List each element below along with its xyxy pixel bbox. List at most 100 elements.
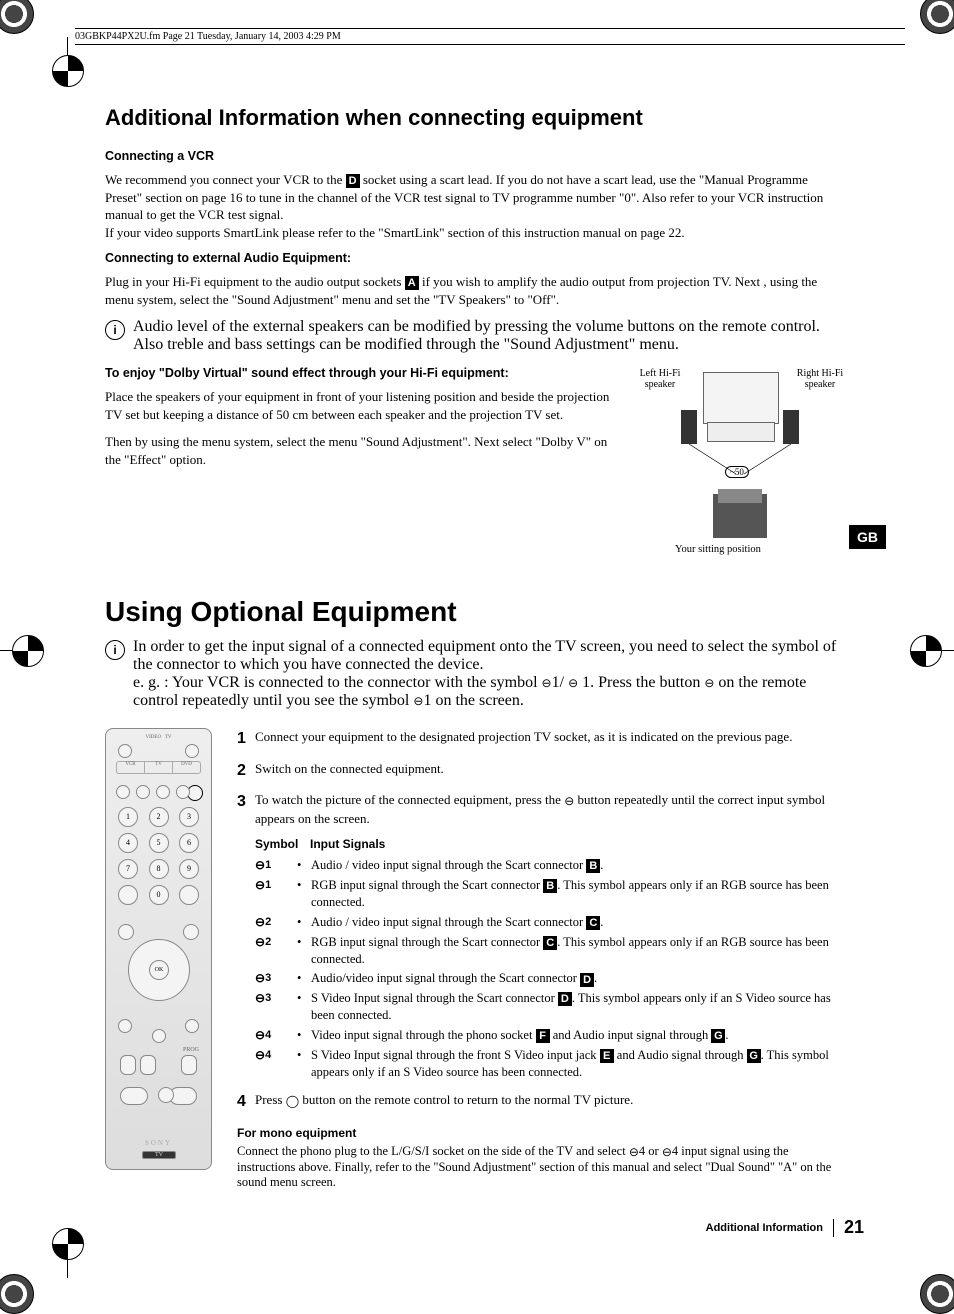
left-speaker-icon bbox=[681, 410, 697, 444]
footer-section: Additional Information bbox=[706, 1222, 823, 1234]
table-row: ⊖1•Audio / video input signal through th… bbox=[255, 857, 845, 874]
remote-control-illustration: VIDEO TV VCR TV DVD 1 2 bbox=[105, 728, 212, 1170]
remote-button bbox=[118, 885, 138, 905]
text: To watch the picture of the connected eq… bbox=[255, 792, 564, 807]
info-note-2: i In order to get the input signal of a … bbox=[105, 638, 845, 710]
text: If your video supports SmartLink please … bbox=[105, 225, 685, 240]
text: Audio/video input signal through the Sca… bbox=[311, 971, 580, 985]
table-row: ⊖3•Audio/video input signal through the … bbox=[255, 970, 845, 987]
sym: 2 bbox=[265, 936, 271, 948]
remote-button bbox=[116, 785, 130, 799]
remote-number: 8 bbox=[149, 859, 169, 879]
remote-button bbox=[118, 744, 132, 758]
text: . bbox=[600, 915, 603, 929]
text: 1 on the screen. bbox=[423, 692, 523, 709]
text: S Video Input signal through the Scart c… bbox=[311, 991, 558, 1005]
sym: 4 bbox=[265, 1029, 271, 1041]
remote-numpad: 1 2 3 4 5 6 7 8 9 bbox=[118, 807, 199, 905]
page-number: 21 bbox=[844, 1217, 864, 1238]
dolby-p2: Then by using the menu system, select th… bbox=[105, 433, 625, 468]
text: 4 or bbox=[639, 1144, 662, 1158]
step-number: 2 bbox=[237, 760, 255, 782]
step-text: Switch on the connected equipment. bbox=[255, 760, 444, 782]
step-number: 4 bbox=[237, 1091, 255, 1113]
text: RGB input signal through the Scart conne… bbox=[311, 935, 543, 949]
right-speaker-icon bbox=[783, 410, 799, 444]
text: S Video Input signal through the front S… bbox=[311, 1048, 600, 1062]
remote-prog-label: PROG bbox=[183, 1047, 199, 1053]
text: . bbox=[594, 971, 597, 985]
remote-number: 9 bbox=[179, 859, 199, 879]
remote-mode: TV bbox=[142, 1151, 176, 1159]
step-number: 1 bbox=[237, 728, 255, 750]
connector-icon: C bbox=[586, 916, 600, 930]
subheading-dolby: To enjoy "Dolby Virtual" sound effect th… bbox=[105, 366, 625, 380]
sym: 4 bbox=[265, 1049, 271, 1061]
text: Press bbox=[255, 1092, 286, 1107]
info-note: i Audio level of the external speakers c… bbox=[105, 318, 845, 354]
remote-button bbox=[185, 744, 199, 758]
tv-base bbox=[707, 422, 775, 442]
table-row: ⊖3•S Video Input signal through the Scar… bbox=[255, 990, 845, 1024]
left-speaker-label: Left Hi-Fi speaker bbox=[635, 368, 685, 390]
footer-divider bbox=[833, 1219, 834, 1237]
text: Connect the phono plug to the L/G/S/I so… bbox=[237, 1144, 629, 1158]
tv-icon bbox=[703, 372, 779, 424]
table-row: ⊖4•Video input signal through the phono … bbox=[255, 1027, 845, 1044]
text: . bbox=[600, 858, 603, 872]
remote-number: 5 bbox=[149, 833, 169, 853]
step-4: 4 Press ◯ button on the remote control t… bbox=[237, 1091, 845, 1113]
remote-button bbox=[136, 785, 150, 799]
text: button on the remote control to return t… bbox=[299, 1092, 633, 1107]
remote-number: 6 bbox=[179, 833, 199, 853]
remote-tv-button bbox=[120, 1087, 148, 1105]
connector-a-icon: A bbox=[405, 276, 419, 290]
mono-paragraph: Connect the phono plug to the L/G/S/I so… bbox=[237, 1144, 845, 1189]
remote-brand: SONY bbox=[106, 1139, 211, 1147]
step-text: Connect your equipment to the designated… bbox=[255, 728, 792, 750]
info-text: In order to get the input signal of a co… bbox=[133, 638, 845, 710]
subheading-audio: Connecting to external Audio Equipment: bbox=[105, 251, 845, 265]
registration-mark bbox=[910, 635, 942, 667]
text: RGB input signal through the Scart conne… bbox=[311, 878, 543, 892]
remote-number: 3 bbox=[179, 807, 199, 827]
text: We recommend you connect your VCR to the bbox=[105, 172, 346, 187]
registration-mark bbox=[52, 55, 84, 87]
step-number: 3 bbox=[237, 791, 255, 827]
remote-number: 1 bbox=[118, 807, 138, 827]
sitting-box-back bbox=[718, 489, 762, 503]
step-2: 2 Switch on the connected equipment. bbox=[237, 760, 845, 782]
text: Audio / video input signal through the S… bbox=[311, 858, 586, 872]
speaker-placement-diagram: Left Hi-Fi speaker Right Hi-Fi speaker ~… bbox=[635, 366, 845, 566]
text: Plug in your Hi-Fi equipment to the audi… bbox=[105, 274, 405, 289]
crop-circle bbox=[920, 0, 954, 34]
step-text: To watch the picture of the connected eq… bbox=[255, 791, 845, 827]
info-icon: i bbox=[105, 320, 125, 340]
text: Audio / video input signal through the S… bbox=[311, 915, 586, 929]
distance-lines bbox=[681, 444, 799, 484]
text: . bbox=[725, 1028, 728, 1042]
connector-icon: F bbox=[536, 1029, 550, 1043]
sym: 1 bbox=[265, 879, 271, 891]
remote-button bbox=[140, 1055, 156, 1075]
table-row: ⊖1•RGB input signal through the Scart co… bbox=[255, 877, 845, 911]
remote-tab-row: VCR TV DVD bbox=[116, 761, 201, 774]
table-row: ⊖4•S Video Input signal through the fron… bbox=[255, 1047, 845, 1081]
section-heading: Additional Information when connecting e… bbox=[105, 105, 845, 131]
step-3: 3 To watch the picture of the connected … bbox=[237, 791, 845, 827]
remote-number: 2 bbox=[149, 807, 169, 827]
crop-circle bbox=[0, 1274, 34, 1314]
step-text: Press ◯ button on the remote control to … bbox=[255, 1091, 633, 1113]
remote-button bbox=[118, 924, 134, 940]
text: and Audio signal through bbox=[614, 1048, 747, 1062]
mono-heading: For mono equipment bbox=[237, 1126, 845, 1140]
connector-icon: G bbox=[711, 1029, 725, 1043]
text: and Audio input signal through bbox=[550, 1028, 712, 1042]
table-row: ⊖2•Audio / video input signal through th… bbox=[255, 914, 845, 931]
dolby-p1: Place the speakers of your equipment in … bbox=[105, 388, 625, 423]
connector-icon: D bbox=[558, 992, 572, 1006]
table-row: ⊖2•RGB input signal through the Scart co… bbox=[255, 934, 845, 968]
section-heading-2: Using Optional Equipment bbox=[105, 596, 845, 628]
remote-number: 0 bbox=[149, 885, 169, 905]
page-header-meta: 03GBKP44PX2U.fm Page 21 Tuesday, January… bbox=[75, 28, 905, 45]
